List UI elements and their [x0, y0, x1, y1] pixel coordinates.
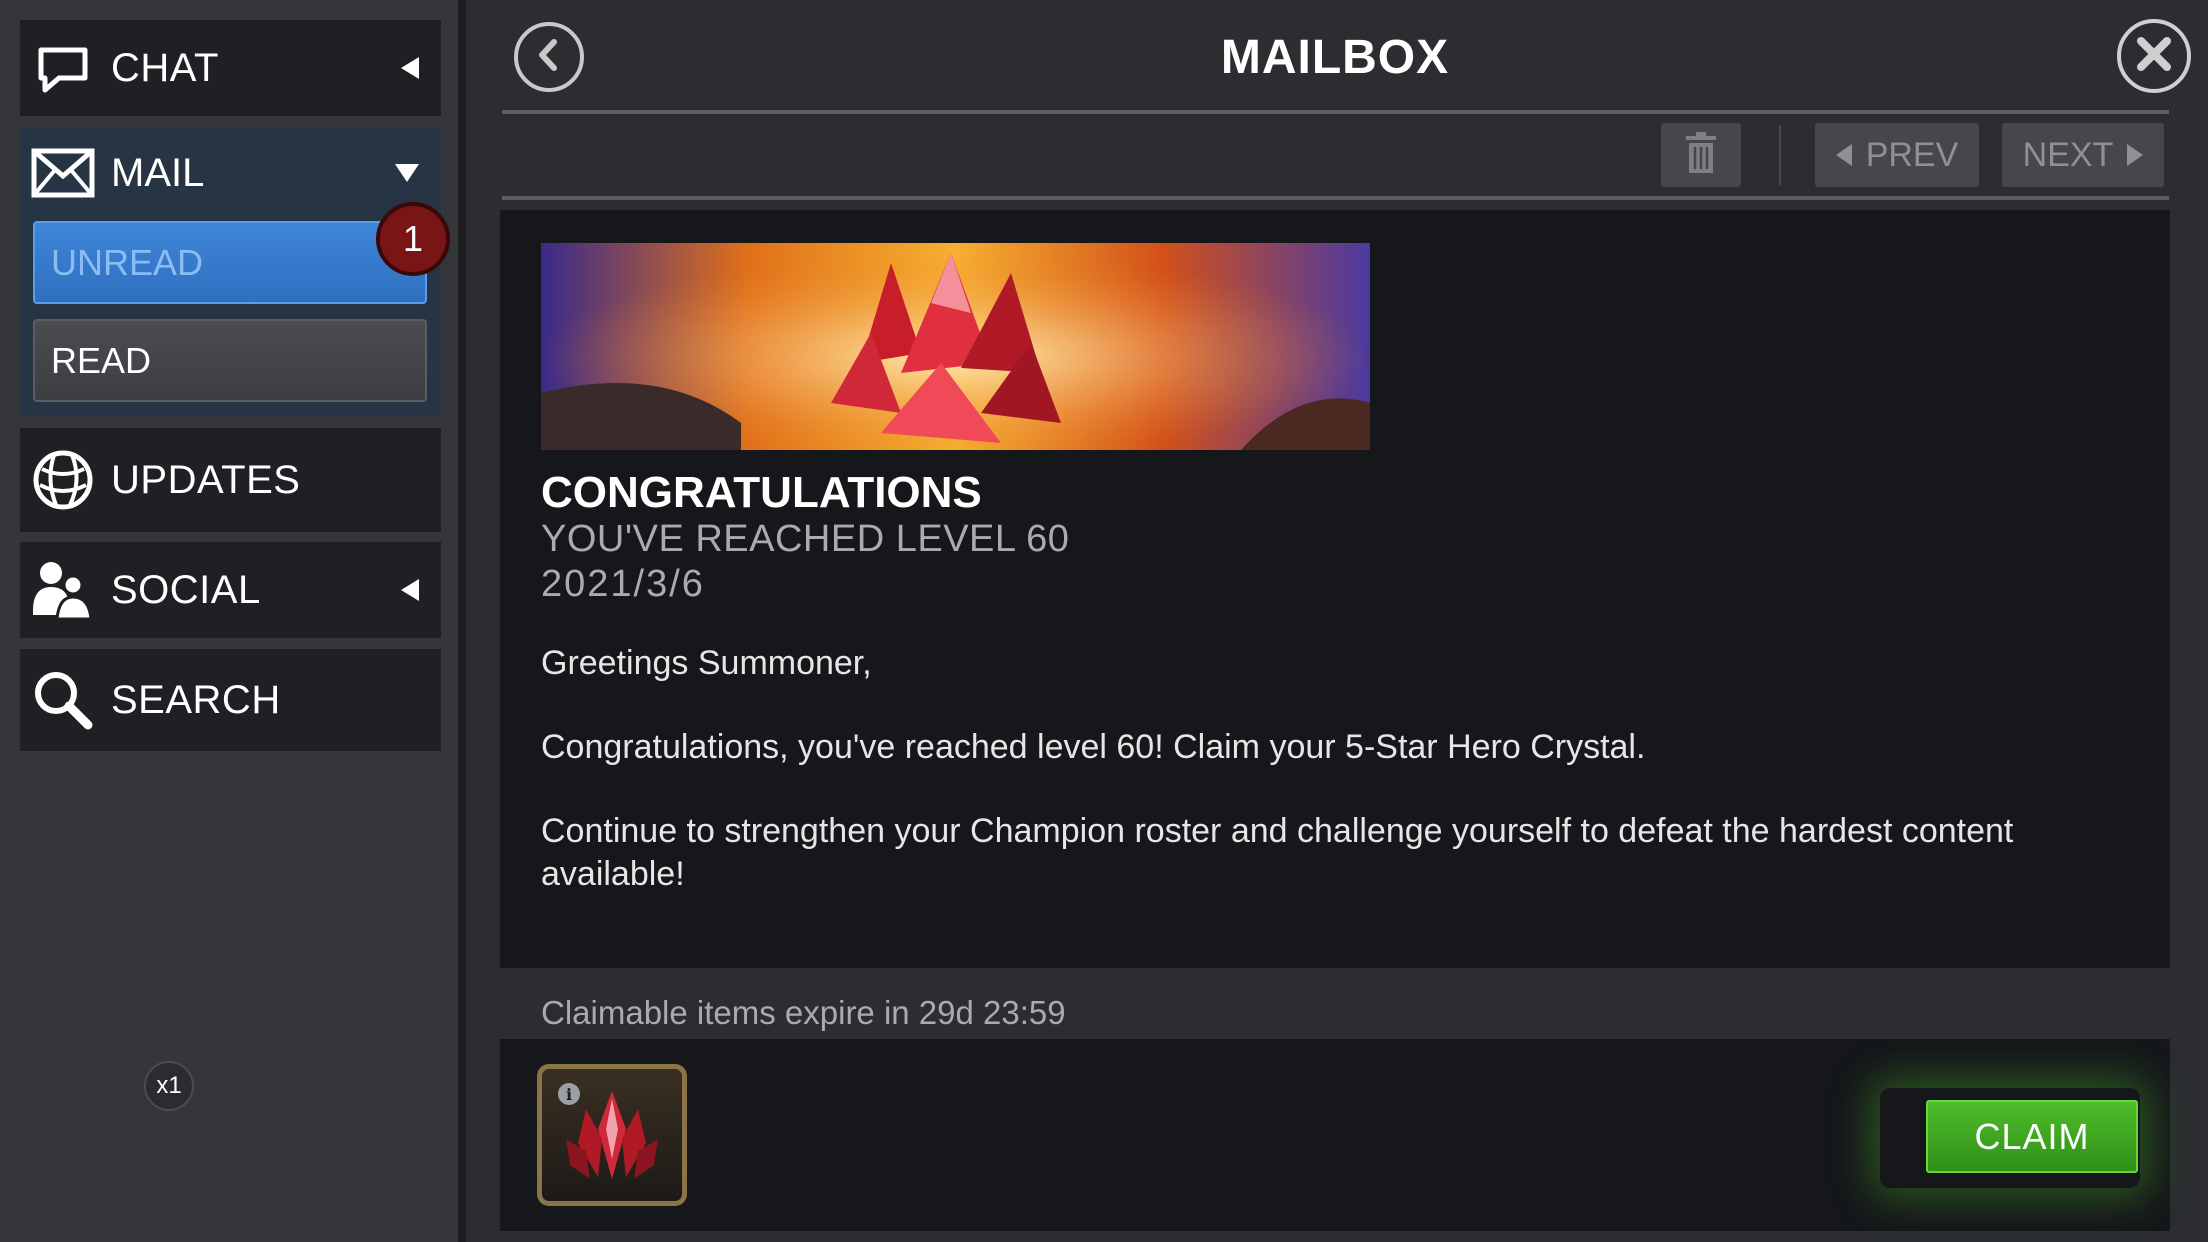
claim-label: CLAIM	[1974, 1115, 2090, 1157]
sidebar: CHAT MAIL UNREAD READ 1 UPDATES SOCIAL S…	[0, 0, 458, 1242]
search-icon	[30, 667, 96, 733]
reward-item-crystal[interactable]: i	[537, 1064, 687, 1206]
divider	[502, 196, 2169, 200]
chevron-left-icon	[401, 579, 419, 601]
toolbar-separator	[1779, 125, 1781, 185]
message-banner-image	[541, 243, 1370, 450]
trash-icon	[1684, 131, 1718, 180]
close-icon	[2135, 35, 2173, 78]
message-paragraph: Continue to strengthen your Champion ros…	[541, 812, 2014, 893]
sidebar-divider	[458, 0, 466, 1242]
mail-filter-label: UNREAD	[51, 241, 204, 283]
back-button[interactable]	[514, 22, 584, 92]
next-button[interactable]: NEXT	[2002, 123, 2164, 187]
caret-left-icon	[1835, 144, 1852, 166]
mail-filter-unread[interactable]: UNREAD	[33, 221, 427, 304]
sidebar-item-label: CHAT	[111, 45, 219, 90]
claim-button[interactable]: CLAIM	[1926, 1100, 2138, 1173]
message-date: 2021/3/6	[541, 563, 705, 605]
next-label: NEXT	[2022, 135, 2114, 174]
sidebar-item-search[interactable]: SEARCH	[20, 649, 441, 751]
page-title: MAILBOX	[1220, 31, 1450, 84]
message-panel: CONGRATULATIONS YOU'VE REACHED LEVEL 60 …	[500, 210, 2170, 968]
mail-filter-label: READ	[51, 339, 152, 381]
prev-button[interactable]: PREV	[1815, 123, 1979, 187]
sidebar-item-mail[interactable]: MAIL	[20, 127, 441, 219]
caret-right-icon	[2127, 144, 2144, 166]
info-icon[interactable]: i	[558, 1083, 580, 1105]
message-greeting: Greetings Summoner,	[541, 644, 872, 682]
chat-icon	[30, 35, 96, 101]
message-subtitle: YOU'VE REACHED LEVEL 60	[541, 518, 1070, 560]
mail-filter-read[interactable]: READ	[33, 319, 427, 402]
social-icon	[30, 557, 96, 623]
sidebar-item-label: MAIL	[111, 150, 205, 195]
unread-count-badge: 1	[376, 202, 450, 276]
sidebar-item-label: SEARCH	[111, 677, 281, 722]
divider	[502, 110, 2169, 114]
message-paragraph: Congratulations, you've reached level 60…	[541, 728, 1646, 766]
prev-label: PREV	[1865, 135, 1959, 174]
mail-group: MAIL UNREAD READ 1	[20, 127, 450, 416]
globe-icon	[30, 447, 96, 513]
sidebar-item-label: UPDATES	[111, 457, 301, 502]
message-title: CONGRATULATIONS	[541, 468, 982, 517]
sidebar-item-label: SOCIAL	[111, 567, 261, 612]
expire-notice: Claimable items expire in 29d 23:59	[541, 994, 1066, 1031]
chevron-left-icon	[401, 57, 419, 79]
mail-icon	[30, 140, 96, 206]
delete-button[interactable]	[1661, 123, 1741, 187]
chevron-down-icon	[395, 164, 419, 182]
close-button[interactable]	[2117, 19, 2191, 93]
item-quantity-badge: x1	[144, 1061, 194, 1111]
sidebar-item-social[interactable]: SOCIAL	[20, 542, 441, 638]
sidebar-item-chat[interactable]: CHAT	[20, 20, 441, 116]
chevron-left-icon	[534, 38, 564, 77]
sidebar-item-updates[interactable]: UPDATES	[20, 428, 441, 532]
